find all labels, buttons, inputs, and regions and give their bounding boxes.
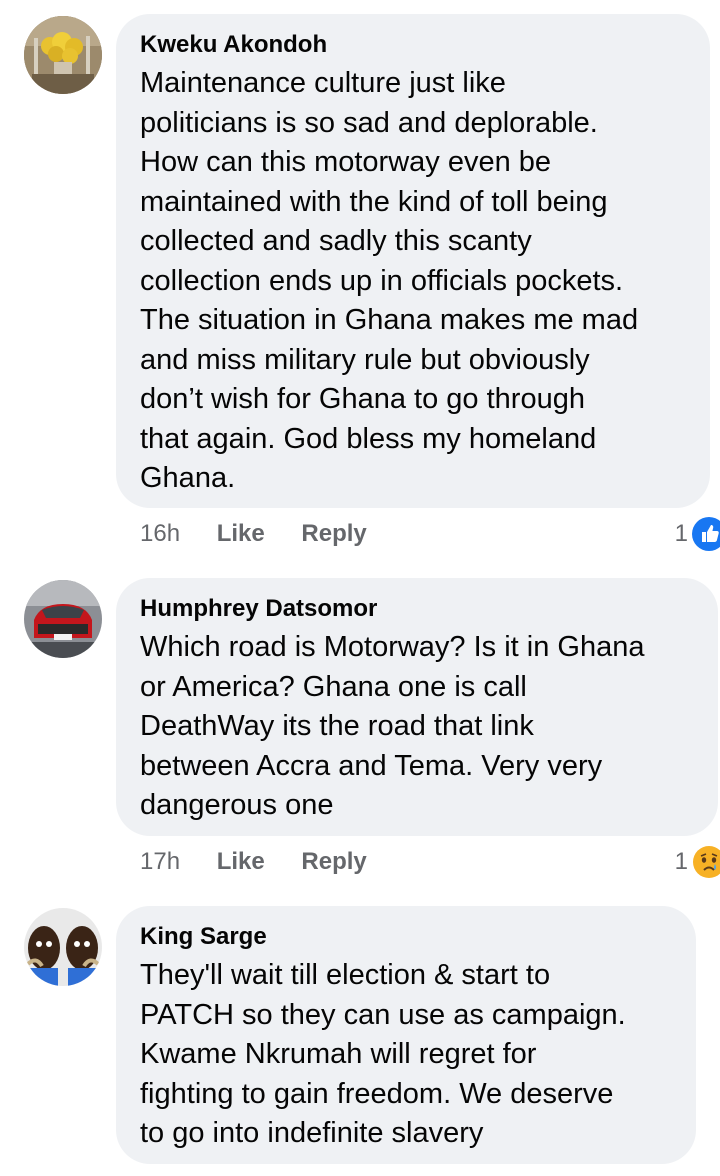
comment-actions: 17h Like Reply — [140, 847, 367, 877]
comment-text: They'll wait till election & start to PA… — [140, 959, 626, 1149]
avatar-image — [24, 908, 102, 986]
avatar[interactable] — [24, 16, 102, 94]
reaction-count: 1 — [674, 848, 688, 875]
comment-text: Which road is Motorway? Is it in Ghana o… — [140, 631, 645, 821]
comment-author[interactable]: Kweku Akondoh — [140, 30, 686, 60]
comment-author[interactable]: Humphrey Datsomor — [140, 594, 694, 624]
sad-icon — [692, 845, 720, 879]
avatar-image — [24, 580, 102, 658]
comment-time[interactable]: 16h — [140, 520, 180, 547]
reply-button[interactable]: Reply — [301, 520, 366, 547]
comment-bubble: King Sarge They'll wait till election & … — [116, 906, 696, 1164]
avatar[interactable] — [24, 908, 102, 986]
comment-bubble: Humphrey Datsomor Which road is Motorway… — [116, 578, 718, 836]
reaction-summary[interactable]: 1 — [675, 516, 720, 552]
reply-button[interactable]: Reply — [301, 848, 366, 875]
like-icon — [692, 517, 720, 551]
comment-text: Maintenance culture just like politician… — [140, 67, 639, 494]
comment-actions: 16h Like Reply — [140, 519, 367, 549]
like-button[interactable]: Like — [217, 520, 265, 547]
avatar[interactable] — [24, 580, 102, 658]
like-button[interactable]: Like — [217, 848, 265, 875]
reaction-count: 1 — [674, 520, 688, 547]
avatar-image — [24, 16, 102, 94]
comment-author[interactable]: King Sarge — [140, 922, 672, 952]
reaction-summary[interactable]: 1 — [675, 844, 720, 880]
comment-bubble: Kweku Akondoh Maintenance culture just l… — [116, 14, 710, 508]
comment-time[interactable]: 17h — [140, 848, 180, 875]
